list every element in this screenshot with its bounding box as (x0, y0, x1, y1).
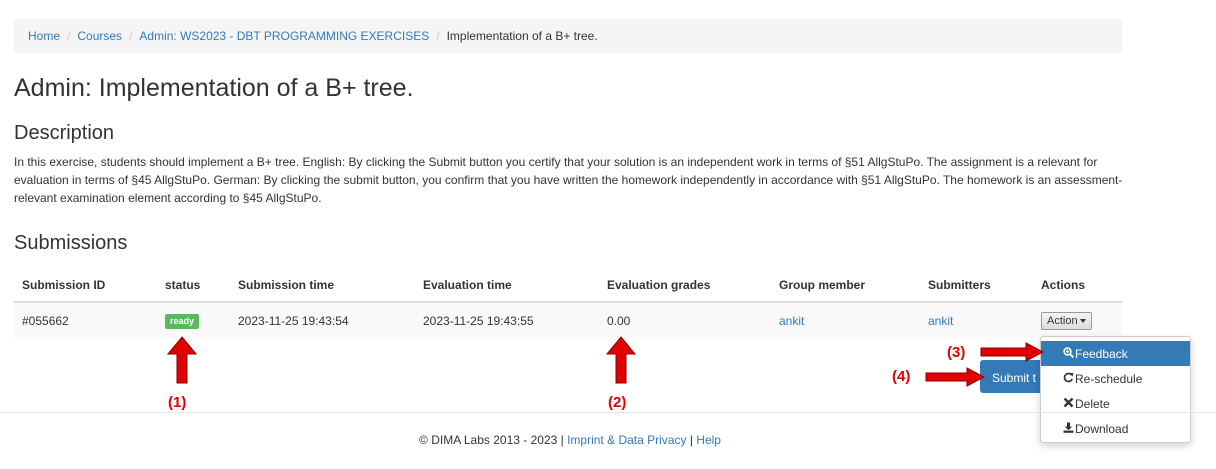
caret-down-icon (1079, 319, 1086, 324)
annotation-arrow-up-icon (606, 336, 636, 384)
footer-separator: | (689, 433, 693, 447)
annotation-label-1: (1) (168, 394, 187, 411)
breadcrumb-course-link[interactable]: Admin: WS2023 - DBT PROGRAMMING EXERCISE… (139, 29, 429, 43)
action-dropdown-menu: Feedback Re-schedule Delete Download (1040, 336, 1191, 443)
footer: © DIMA Labs 2013 - 2023 | Imprint & Data… (0, 433, 1140, 447)
column-header-submission-id: Submission ID (14, 268, 157, 303)
table-row: #055662 ready 2023-11-25 19:43:54 2023-1… (14, 302, 1122, 339)
column-header-status: status (157, 268, 230, 303)
menu-item-label: Re-schedule (1075, 371, 1143, 386)
submission-id-cell: #055662 (14, 302, 157, 339)
annotation-arrow-up-icon (167, 336, 197, 384)
column-header-evaluation-grades: Evaluation grades (599, 268, 771, 303)
menu-item-label: Feedback (1075, 346, 1128, 361)
annotation-arrow-right-icon (980, 342, 1044, 362)
group-member-link[interactable]: ankit (779, 314, 804, 328)
description-heading: Description (14, 122, 115, 144)
breadcrumb-separator: / (436, 29, 440, 43)
help-link[interactable]: Help (696, 433, 721, 447)
status-cell: ready (157, 302, 230, 339)
footer-copyright: © DIMA Labs 2013 - 2023 | (419, 433, 564, 447)
breadcrumb-courses-link[interactable]: Courses (77, 29, 122, 43)
evaluation-time-cell: 2023-11-25 19:43:55 (415, 302, 599, 339)
column-header-group-member: Group member (771, 268, 920, 303)
submissions-table: Submission ID status Submission time Eva… (14, 268, 1122, 339)
page-title: Admin: Implementation of a B+ tree. (14, 74, 414, 102)
submitter-cell: ankit (920, 302, 1033, 339)
action-dropdown-button[interactable]: Action (1041, 312, 1092, 330)
annotation-label-3: (3) (947, 344, 966, 361)
column-header-evaluation-time: Evaluation time (415, 268, 599, 303)
annotation-label-2: (2) (608, 394, 627, 411)
breadcrumb-separator: / (129, 29, 133, 43)
status-badge: ready (165, 314, 200, 329)
breadcrumb-home-link[interactable]: Home (28, 29, 60, 43)
column-header-submitters: Submitters (920, 268, 1033, 303)
column-header-submission-time: Submission time (230, 268, 415, 303)
description-text: In this exercise, students should implem… (14, 155, 1123, 205)
column-header-actions: Actions (1033, 268, 1122, 303)
footer-divider (0, 412, 1216, 413)
submissions-heading: Submissions (14, 232, 128, 254)
search-plus-icon (1063, 346, 1075, 361)
breadcrumb-separator: / (67, 29, 71, 43)
action-button-label: Action (1047, 315, 1078, 327)
submission-time-cell: 2023-11-25 19:43:54 (230, 302, 415, 339)
annotation-arrow-right-icon (925, 367, 985, 387)
submitter-link[interactable]: ankit (928, 314, 953, 328)
actions-cell: Action (1033, 302, 1122, 339)
breadcrumb: Home / Courses / Admin: WS2023 - DBT PRO… (14, 19, 1122, 53)
imprint-link[interactable]: Imprint & Data Privacy (567, 433, 686, 447)
evaluation-grades-cell: 0.00 (599, 302, 771, 339)
menu-item-label: Delete (1075, 396, 1110, 411)
table-header-row: Submission ID status Submission time Eva… (14, 268, 1122, 303)
breadcrumb-current: Implementation of a B+ tree. (446, 29, 598, 43)
annotation-label-4: (4) (892, 368, 911, 385)
refresh-icon (1063, 372, 1074, 386)
group-member-cell: ankit (771, 302, 920, 339)
menu-item-feedback[interactable]: Feedback (1041, 341, 1190, 366)
menu-item-reschedule[interactable]: Re-schedule (1041, 366, 1190, 391)
times-icon (1063, 397, 1074, 411)
